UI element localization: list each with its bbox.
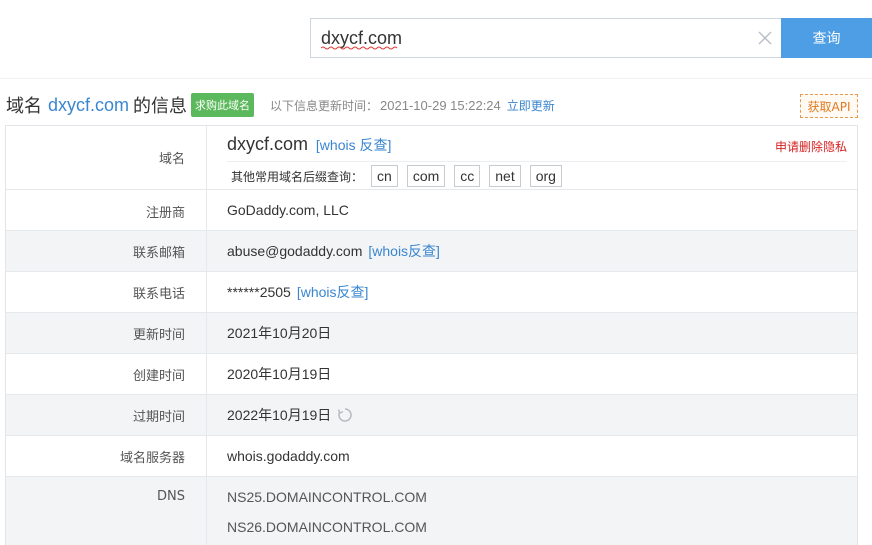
buy-domain-button[interactable]: 求购此域名 xyxy=(191,93,255,117)
row-label: 更新时间 xyxy=(6,313,207,353)
row-value: NS25.DOMAINCONTROL.COM NS26.DOMAINCONTRO… xyxy=(207,477,857,545)
row-value: ******2505 [whois反查] xyxy=(207,272,857,312)
suffix-chip-com[interactable]: com xyxy=(406,165,446,187)
row-label: 域名 xyxy=(6,126,207,189)
search-input[interactable] xyxy=(310,18,781,58)
row-value: 2022年10月19日 xyxy=(207,395,857,435)
divider xyxy=(227,161,847,162)
close-icon[interactable] xyxy=(752,25,778,51)
dns-server: NS26.DOMAINCONTROL.COM xyxy=(227,519,427,535)
row-value: 2021年10月20日 xyxy=(207,313,857,353)
row-label: 过期时间 xyxy=(6,395,207,435)
table-row-dns: DNS NS25.DOMAINCONTROL.COM NS26.DOMAINCO… xyxy=(6,477,857,545)
table-row-expires: 过期时间 2022年10月19日 xyxy=(6,395,857,436)
update-time: 2021-10-29 15:22:24 xyxy=(380,97,501,113)
table-row-whois-server: 域名服务器 whois.godaddy.com xyxy=(6,436,857,477)
table-row-registrar: 注册商 GoDaddy.com, LLC xyxy=(6,190,857,231)
expires-value: 2022年10月19日 xyxy=(227,407,332,423)
row-label: 域名服务器 xyxy=(6,436,207,476)
domain-block: dxycf.com [whois 反查] 申请删除隐私 其他常用域名后缀查询： … xyxy=(227,134,847,187)
delete-privacy-link[interactable]: 申请删除隐私 xyxy=(775,138,847,155)
row-label: 联系邮箱 xyxy=(6,231,207,271)
suffix-query: 其他常用域名后缀查询： cn com cc net org xyxy=(231,165,571,187)
title-domain-link[interactable]: dxycf.com xyxy=(48,95,129,116)
get-api-button[interactable]: 获取API xyxy=(800,94,858,118)
registrar-value: GoDaddy.com, LLC xyxy=(227,202,349,218)
refresh-icon[interactable] xyxy=(337,407,353,423)
suffix-chip-cc[interactable]: cc xyxy=(454,165,481,187)
updated-value: 2021年10月20日 xyxy=(227,325,332,341)
row-label: DNS xyxy=(6,477,207,545)
email-whois-link[interactable]: [whois反查] xyxy=(368,241,440,261)
suffix-chip-cn[interactable]: cn xyxy=(371,165,398,187)
row-value: GoDaddy.com, LLC xyxy=(207,190,857,230)
phone-whois-link[interactable]: [whois反查] xyxy=(297,282,369,302)
dns-server: NS25.DOMAINCONTROL.COM xyxy=(227,489,427,505)
whois-info-table: 域名 dxycf.com [whois 反查] 申请删除隐私 其他常用域名后缀查… xyxy=(5,125,858,545)
row-label: 创建时间 xyxy=(6,354,207,394)
suffix-chip-org[interactable]: org xyxy=(529,165,562,187)
page-title: 域名 dxycf.com 的信息 求购此域名 以下信息更新时间： 2021-10… xyxy=(6,92,555,118)
table-row-created: 创建时间 2020年10月19日 xyxy=(6,354,857,395)
update-label: 以下信息更新时间： xyxy=(270,98,379,113)
row-label: 注册商 xyxy=(6,190,207,230)
row-value: abuse@godaddy.com [whois反查] xyxy=(207,231,857,271)
phone-value: ******2505 xyxy=(227,284,291,300)
domain-name: dxycf.com xyxy=(227,134,309,154)
spellcheck-underline xyxy=(321,46,398,50)
table-row-updated: 更新时间 2021年10月20日 xyxy=(6,313,857,354)
row-value: 2020年10月19日 xyxy=(207,354,857,394)
whois-reverse-link[interactable]: [whois 反查] xyxy=(316,137,391,153)
created-value: 2020年10月19日 xyxy=(227,366,332,382)
title-prefix: 域名 xyxy=(6,96,42,117)
search-button[interactable]: 查询 xyxy=(781,18,872,58)
table-row-domain: 域名 dxycf.com [whois 反查] 申请删除隐私 其他常用域名后缀查… xyxy=(6,126,857,190)
suffix-chip-net[interactable]: net xyxy=(489,165,521,187)
email-value: abuse@godaddy.com xyxy=(227,243,363,259)
table-row-phone: 联系电话 ******2505 [whois反查] xyxy=(6,272,857,313)
title-suffix: 的信息 xyxy=(133,96,188,117)
row-label: 联系电话 xyxy=(6,272,207,312)
suffix-label: 其他常用域名后缀查询： xyxy=(231,169,364,184)
update-now-link[interactable]: 立即更新 xyxy=(507,97,555,114)
row-value: dxycf.com [whois 反查] 申请删除隐私 其他常用域名后缀查询： … xyxy=(207,126,857,189)
dns-list: NS25.DOMAINCONTROL.COM NS26.DOMAINCONTRO… xyxy=(227,489,427,545)
table-row-email: 联系邮箱 abuse@godaddy.com [whois反查] xyxy=(6,231,857,272)
divider xyxy=(0,78,872,79)
whois-server-value: whois.godaddy.com xyxy=(227,448,350,464)
row-value: whois.godaddy.com xyxy=(207,436,857,476)
search-bar: 查询 xyxy=(310,18,872,58)
